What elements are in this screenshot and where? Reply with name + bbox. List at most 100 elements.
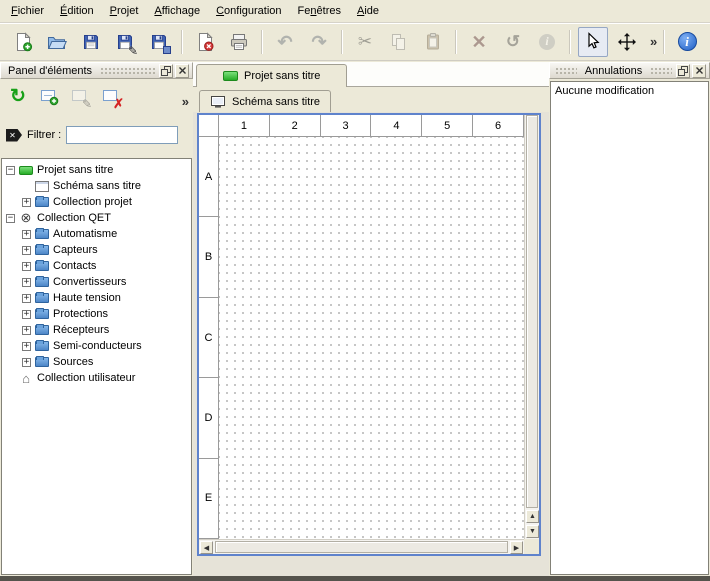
tree-item-label: Protections — [53, 308, 108, 320]
save-button[interactable] — [76, 27, 106, 57]
toolbar-separator — [663, 30, 665, 54]
menu-item[interactable]: Édition — [52, 0, 102, 22]
move-view-button[interactable] — [612, 27, 642, 57]
expand-icon[interactable]: + — [22, 230, 31, 239]
column-header: 2 — [270, 115, 321, 136]
close-dock-button[interactable] — [692, 64, 706, 78]
menu-item[interactable]: Fichier — [3, 0, 52, 22]
expand-icon[interactable]: + — [22, 342, 31, 351]
tab-schema[interactable]: Schéma sans titre — [199, 90, 331, 112]
tree-item[interactable]: +Capteurs — [2, 242, 191, 258]
horizontal-scrollbar-thumb[interactable] — [215, 541, 508, 553]
paste-button[interactable] — [418, 27, 448, 57]
menu-item[interactable]: Configuration — [208, 0, 289, 22]
element-tree[interactable]: −Projet sans titreSchéma sans titre+Coll… — [1, 158, 192, 575]
object-info-button[interactable]: i — [532, 27, 562, 57]
undo-history-list[interactable]: Aucune modification — [550, 81, 709, 575]
tree-item[interactable]: +Collection projet — [2, 194, 191, 210]
vertical-scrollbar-thumb[interactable] — [526, 115, 538, 508]
open-file-button[interactable] — [42, 27, 72, 57]
tree-item[interactable]: Schéma sans titre — [2, 178, 191, 194]
toolbar-separator — [341, 30, 343, 54]
expand-icon[interactable]: + — [22, 198, 31, 207]
close-dock-button[interactable] — [175, 64, 189, 78]
reload-collections-button[interactable]: ↻ — [4, 84, 32, 110]
tree-item[interactable]: +Automatisme — [2, 226, 191, 242]
tree-item[interactable]: + Récepteurs — [2, 322, 191, 338]
tree-item[interactable]: + Protections — [2, 306, 191, 322]
close-file-button[interactable] — [190, 27, 220, 57]
expand-icon[interactable]: + — [22, 310, 31, 319]
horizontal-scrollbar[interactable]: ◀ ▶ — [199, 539, 524, 554]
save-all-button[interactable] — [144, 27, 174, 57]
tree-item[interactable]: +Contacts — [2, 258, 191, 274]
filter-input[interactable] — [66, 126, 178, 144]
dock-grip[interactable] — [100, 67, 155, 76]
float-dock-button[interactable] — [676, 64, 690, 78]
tree-item[interactable]: −⊗Collection QET — [2, 210, 191, 226]
about-qet-button[interactable]: i — [672, 27, 702, 57]
undo-dock-titlebar[interactable]: Annulations — [549, 62, 710, 79]
schema-tabbar: Schéma sans titre — [193, 87, 549, 112]
menu-item[interactable]: Aide — [349, 0, 387, 22]
tree-item-label: Récepteurs — [53, 324, 109, 336]
scroll-left-button[interactable]: ◀ — [200, 541, 213, 554]
scroll-right-button[interactable]: ▶ — [510, 541, 523, 554]
tree-item[interactable]: +Semi-conducteurs — [2, 338, 191, 354]
dock-grip[interactable] — [555, 67, 577, 76]
tab-project[interactable]: Projet sans titre — [196, 64, 347, 87]
delete-element-button[interactable]: ✗ — [97, 84, 125, 110]
undo-list-item[interactable]: Aucune modification — [551, 82, 708, 100]
tree-item[interactable]: ⌂Collection utilisateur — [2, 370, 191, 386]
menu-item[interactable]: Affichage — [146, 0, 208, 22]
edit-element-button[interactable]: ✎ — [66, 84, 94, 110]
elements-panel-toolbar: ↻ ✎ ✗ » — [0, 79, 193, 111]
collapse-icon[interactable]: − — [6, 166, 15, 175]
clear-filter-icon[interactable]: ✕ — [6, 129, 22, 142]
redo-button[interactable]: ↷ — [304, 27, 334, 57]
schema-canvas[interactable] — [219, 137, 524, 539]
scroll-down-button[interactable]: ▼ — [526, 525, 539, 538]
tree-item[interactable]: +Convertisseurs — [2, 274, 191, 290]
filter-row: ✕ Filtrer : — [0, 125, 193, 145]
expand-icon[interactable]: + — [22, 294, 31, 303]
dock-title: Panel d'éléments — [3, 65, 97, 77]
panel-overflow-button[interactable]: » — [182, 95, 189, 108]
print-button[interactable] — [224, 27, 254, 57]
printer-icon — [229, 32, 249, 52]
expand-icon[interactable]: + — [22, 278, 31, 287]
expand-icon[interactable]: + — [22, 246, 31, 255]
cut-button[interactable]: ✂ — [350, 27, 380, 57]
expand-icon[interactable]: + — [22, 358, 31, 367]
select-pointer-button[interactable] — [578, 27, 608, 57]
folder-icon — [35, 293, 49, 303]
menu-item[interactable]: Projet — [102, 0, 147, 22]
save-as-button[interactable]: ✎ — [110, 27, 140, 57]
scrollbar-corner — [524, 539, 539, 554]
floppy-badge-icon — [163, 46, 171, 54]
new-element-icon — [39, 88, 59, 106]
dock-grip[interactable] — [650, 67, 672, 76]
elements-panel-titlebar[interactable]: Panel d'éléments — [0, 62, 193, 79]
expand-icon[interactable]: + — [22, 262, 31, 271]
float-dock-button[interactable] — [159, 64, 173, 78]
rotate-button[interactable]: ↺ — [498, 27, 528, 57]
collapse-icon[interactable]: − — [6, 214, 15, 223]
tree-item[interactable]: −Projet sans titre — [2, 162, 191, 178]
tree-item[interactable]: +Haute tension — [2, 290, 191, 306]
copy-button[interactable] — [384, 27, 414, 57]
toolbar-overflow-button[interactable]: » — [650, 35, 657, 48]
bottom-edge — [0, 576, 710, 581]
row-header: D — [199, 378, 219, 458]
undo-button[interactable]: ↶ — [270, 27, 300, 57]
new-file-button[interactable] — [8, 27, 38, 57]
tree-item[interactable]: +Sources — [2, 354, 191, 370]
menu-item[interactable]: Fenêtres — [290, 0, 349, 22]
delete-button[interactable]: ✕ — [464, 27, 494, 57]
toolbar-separator — [569, 30, 571, 54]
scroll-up-button[interactable]: ▲ — [526, 510, 539, 523]
expand-icon[interactable]: + — [22, 326, 31, 335]
right-arrow-icon: ▶ — [514, 544, 519, 552]
vertical-scrollbar[interactable]: ▲ ▼ — [524, 115, 539, 539]
new-element-button[interactable] — [35, 84, 63, 110]
